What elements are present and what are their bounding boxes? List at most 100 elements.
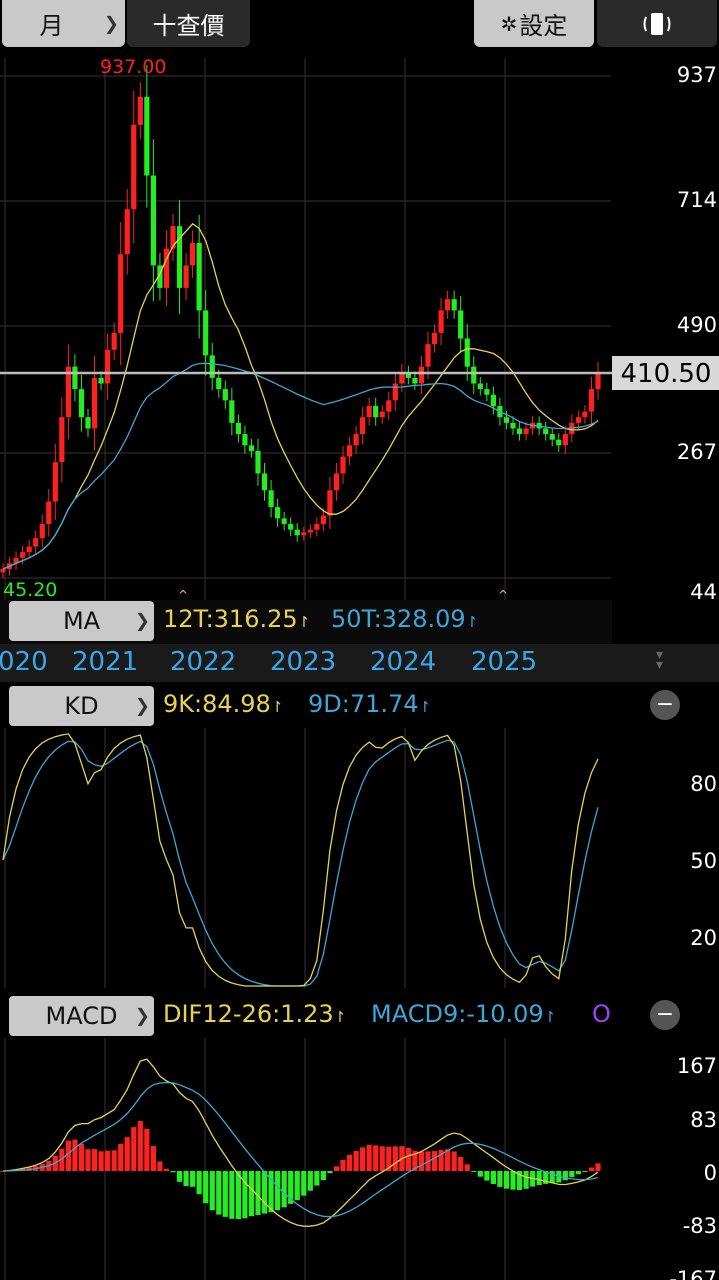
candle (222, 389, 228, 401)
candle (366, 405, 372, 418)
osc-bar (170, 1171, 176, 1173)
osc-bar (118, 1143, 124, 1171)
price-axis-label: 714 (677, 188, 717, 212)
osc-bar (595, 1163, 601, 1171)
candle (118, 254, 124, 333)
osc-bar (222, 1171, 228, 1217)
rotate-button[interactable] (597, 0, 717, 47)
osc-bar (353, 1151, 359, 1171)
candle (451, 299, 457, 311)
chevron-right-icon: ❯ (134, 695, 150, 717)
candle (85, 417, 91, 429)
osc-bar (445, 1149, 451, 1171)
macd-chart: 167 83 0 -83 -167 (0, 1038, 719, 1280)
candle (281, 518, 287, 525)
candle (346, 445, 353, 457)
candle (275, 507, 281, 519)
candle (438, 310, 444, 333)
candle (314, 524, 320, 530)
candle (490, 394, 496, 406)
year-label: 2022 (170, 647, 237, 677)
osc-bar (163, 1168, 170, 1171)
osc-bar (418, 1151, 425, 1171)
candle (196, 242, 202, 311)
osc-bar (105, 1150, 111, 1171)
osc-bar (131, 1127, 137, 1171)
osc-bar (261, 1171, 268, 1214)
price-axis-label: 490 (677, 313, 717, 337)
ma12-value: 12T:316.25↾ (163, 605, 311, 633)
period-label: 月 (39, 12, 64, 40)
year-label: 2023 (270, 647, 337, 677)
osc-value: O (592, 1000, 611, 1028)
candle (425, 344, 431, 367)
candle (33, 538, 39, 547)
d-value: 9D:71.74↾ (308, 690, 432, 718)
osc-bar (464, 1164, 470, 1171)
candle (52, 462, 58, 502)
candle (59, 417, 65, 463)
osc-bar (497, 1171, 503, 1187)
candle (516, 428, 523, 435)
osc-bar (490, 1171, 496, 1185)
candle (91, 377, 98, 429)
osc-bar (203, 1171, 209, 1204)
candle (386, 400, 392, 412)
remove-macd-button[interactable]: − (650, 1000, 680, 1030)
settings-button[interactable]: ✲ 設定 (474, 0, 594, 47)
dif-line (2, 1058, 599, 1227)
candle (458, 310, 464, 339)
candle (353, 434, 359, 446)
candle (477, 383, 483, 390)
candle (46, 501, 52, 525)
osc-bar (503, 1171, 510, 1189)
osc-bar (248, 1171, 255, 1217)
candle (39, 524, 45, 539)
candle (556, 439, 562, 446)
candle (229, 400, 235, 423)
candle (105, 349, 111, 384)
candle (418, 366, 425, 384)
kd-indicator-button[interactable]: KD ❯ (9, 686, 154, 726)
collapse-icon[interactable]: ▾ ▾ (656, 648, 663, 672)
candle (248, 445, 255, 451)
current-price-label: 410.50 (621, 359, 712, 389)
year-label: 2025 (471, 647, 538, 677)
osc-bar (301, 1171, 307, 1196)
osc-bar (137, 1121, 143, 1171)
osc-bar (582, 1171, 588, 1172)
price-chart[interactable]: 937 714 490 267 44 410.50 937.00 45.20 ^ ^ (0, 58, 719, 600)
macd-indicator-button[interactable]: MACD ❯ (9, 996, 154, 1036)
candle (543, 428, 549, 435)
candle (294, 529, 300, 536)
ma-indicator-button[interactable]: MA ❯ (9, 601, 154, 641)
candle (98, 377, 104, 384)
year-label: 020 (0, 647, 48, 677)
crosshair-button[interactable]: 十查價 (127, 0, 250, 47)
candle (379, 411, 385, 418)
osc-bar (281, 1171, 287, 1208)
osc-bar (549, 1171, 555, 1184)
candle (588, 389, 595, 412)
osc-bar (307, 1171, 313, 1191)
remove-kd-button[interactable]: − (650, 690, 680, 720)
period-button[interactable]: 月 ❯ (2, 0, 125, 47)
candle (150, 175, 156, 266)
candle (20, 552, 26, 558)
osc-bar (562, 1171, 568, 1181)
osc-bar (150, 1145, 156, 1171)
chevron-right-icon: ❯ (134, 610, 150, 632)
price-axis-label: 267 (677, 440, 717, 464)
osc-bar (373, 1145, 379, 1171)
macd-button-label: MACD (45, 1002, 118, 1030)
candle (471, 366, 477, 384)
osc-bar (569, 1171, 575, 1178)
osc-bar (229, 1171, 235, 1219)
candle (503, 417, 510, 423)
candle (209, 355, 215, 378)
osc-bar (510, 1171, 516, 1190)
candle (373, 405, 379, 418)
osc-bar (176, 1171, 183, 1182)
chevron-right-icon: ❯ (103, 13, 119, 34)
price-axis-label: 44 (690, 580, 717, 600)
